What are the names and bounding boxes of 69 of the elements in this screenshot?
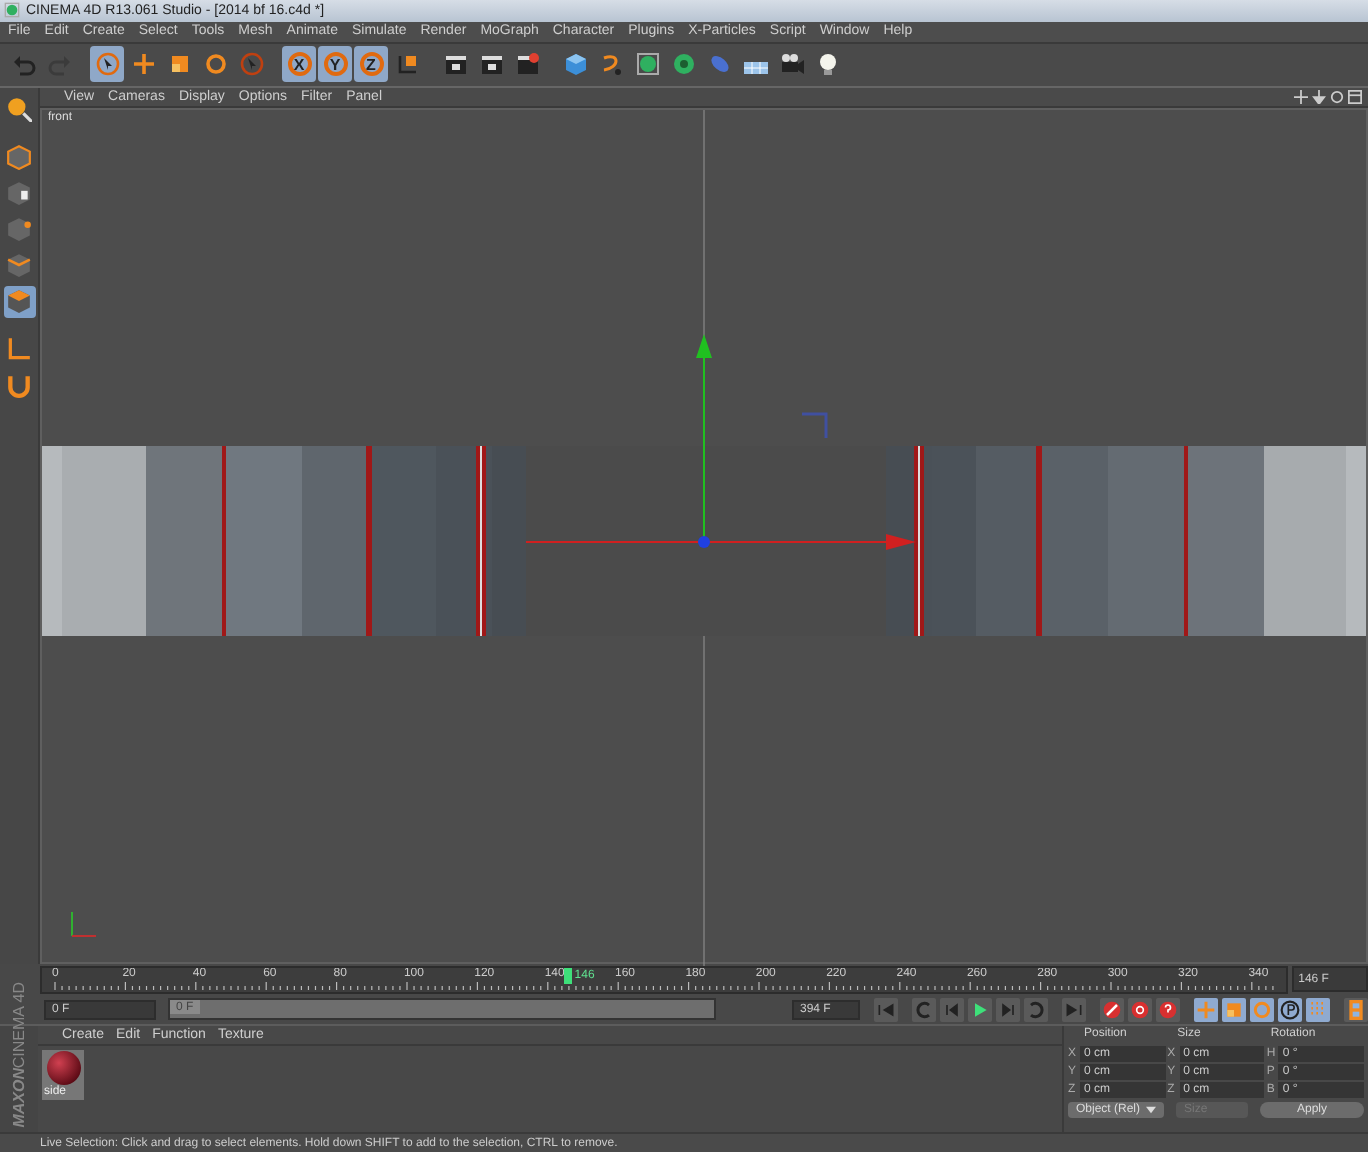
toolbar-button[interactable]: X xyxy=(282,46,316,83)
play-icon xyxy=(970,999,990,1020)
toolbar-button[interactable]: Z xyxy=(354,46,388,83)
parameter-icon xyxy=(1280,999,1300,1020)
mode-button[interactable] xyxy=(1344,997,1368,1022)
film-strip-icon xyxy=(1346,999,1366,1020)
axis-center-handle[interactable] xyxy=(698,535,710,548)
step-forward-icon xyxy=(998,999,1018,1020)
tool-button[interactable] xyxy=(3,249,35,282)
cube-icon xyxy=(6,144,32,171)
record-icon xyxy=(1102,999,1122,1020)
move-icon xyxy=(1196,999,1216,1020)
cursor-icon xyxy=(95,52,119,77)
mode-button[interactable] xyxy=(1278,997,1302,1022)
mode-button[interactable] xyxy=(1222,997,1246,1022)
scale-icon xyxy=(1224,999,1244,1020)
step-back-icon xyxy=(942,999,962,1020)
rotate-icon xyxy=(1252,999,1272,1020)
mode-button[interactable] xyxy=(1250,997,1274,1022)
cube-icon xyxy=(563,52,587,77)
capsule-icon xyxy=(707,52,731,77)
scale-icon xyxy=(167,52,191,77)
skip-back-icon xyxy=(876,999,896,1020)
rotate-icon xyxy=(203,52,227,77)
playhead[interactable] xyxy=(564,968,573,985)
record-icon xyxy=(1130,999,1150,1020)
logo-text: MAXON xyxy=(11,1068,27,1129)
undo-icon xyxy=(11,52,35,77)
point-cube-icon xyxy=(6,216,32,243)
clapperboard-icon xyxy=(479,52,503,77)
toolbar-button[interactable]: Y xyxy=(318,46,352,83)
mode-button[interactable] xyxy=(1306,997,1330,1022)
transport-button[interactable] xyxy=(968,997,992,1022)
tool-button[interactable] xyxy=(3,93,35,126)
loop-back-icon xyxy=(914,999,934,1020)
spline-icon xyxy=(599,52,623,77)
clapperboard-icon xyxy=(443,52,467,77)
camera-icon xyxy=(779,52,803,77)
move-icon[interactable] xyxy=(1294,89,1308,104)
window-icon[interactable] xyxy=(1348,89,1362,104)
polygon-cube-icon xyxy=(6,288,32,315)
transport-button[interactable] xyxy=(1100,997,1124,1022)
tool-button[interactable] xyxy=(3,285,35,318)
help-icon xyxy=(1158,999,1178,1020)
down-arrow-icon[interactable] xyxy=(1312,89,1326,104)
loop-forward-icon xyxy=(1026,999,1046,1020)
checker-cube-icon xyxy=(6,180,32,207)
tool-button[interactable] xyxy=(3,213,35,246)
edge-cube-icon xyxy=(6,252,32,279)
flower-icon xyxy=(671,52,695,77)
dot-grid-icon xyxy=(1308,999,1328,1020)
clapperboard-icon xyxy=(515,52,539,77)
tool-button[interactable] xyxy=(3,141,35,174)
corner-marker xyxy=(802,412,828,438)
logo-text: CINEMA 4D xyxy=(11,982,27,1069)
cursor-icon xyxy=(239,52,263,77)
axes-icon xyxy=(395,52,419,77)
transport-button[interactable] xyxy=(1156,997,1180,1022)
caret-icon xyxy=(1146,1106,1157,1115)
axis-indicator-icon xyxy=(71,910,97,937)
rotate-icon[interactable] xyxy=(1330,89,1344,104)
skip-forward-icon xyxy=(1064,999,1084,1020)
mode-button[interactable] xyxy=(1194,997,1218,1022)
axis-icon xyxy=(6,336,32,363)
transport-button[interactable] xyxy=(1128,997,1152,1022)
move-icon xyxy=(131,52,155,77)
light-bulb-icon xyxy=(815,52,839,77)
magnet-icon xyxy=(6,372,32,399)
tool-button[interactable] xyxy=(3,177,35,210)
